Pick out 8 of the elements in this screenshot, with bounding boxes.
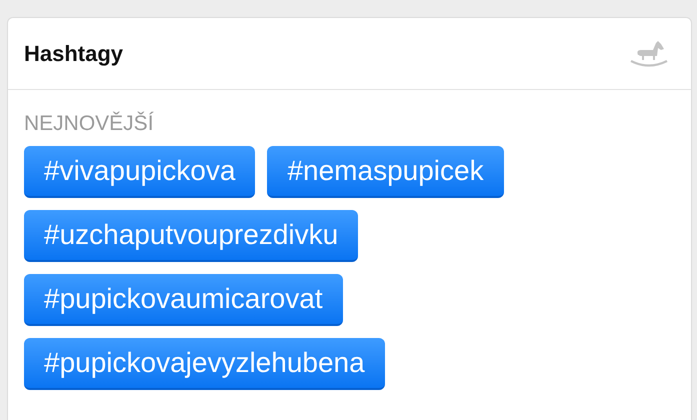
hashtag-button[interactable]: #uzchaputvouprezdivku [24, 210, 358, 262]
hashtag-button[interactable]: #pupickovaumicarovat [24, 274, 343, 326]
hashtag-button[interactable]: #pupickovajevyzlehubena [24, 338, 385, 390]
hashtag-button[interactable]: #vivapupickova [24, 146, 256, 198]
card-title: Hashtagy [24, 40, 124, 66]
rocking-horse-icon [629, 38, 669, 68]
section-label: NEJNOVĚJŠÍ [24, 112, 155, 136]
hashtag-button[interactable]: #nemaspupicek [267, 146, 504, 198]
